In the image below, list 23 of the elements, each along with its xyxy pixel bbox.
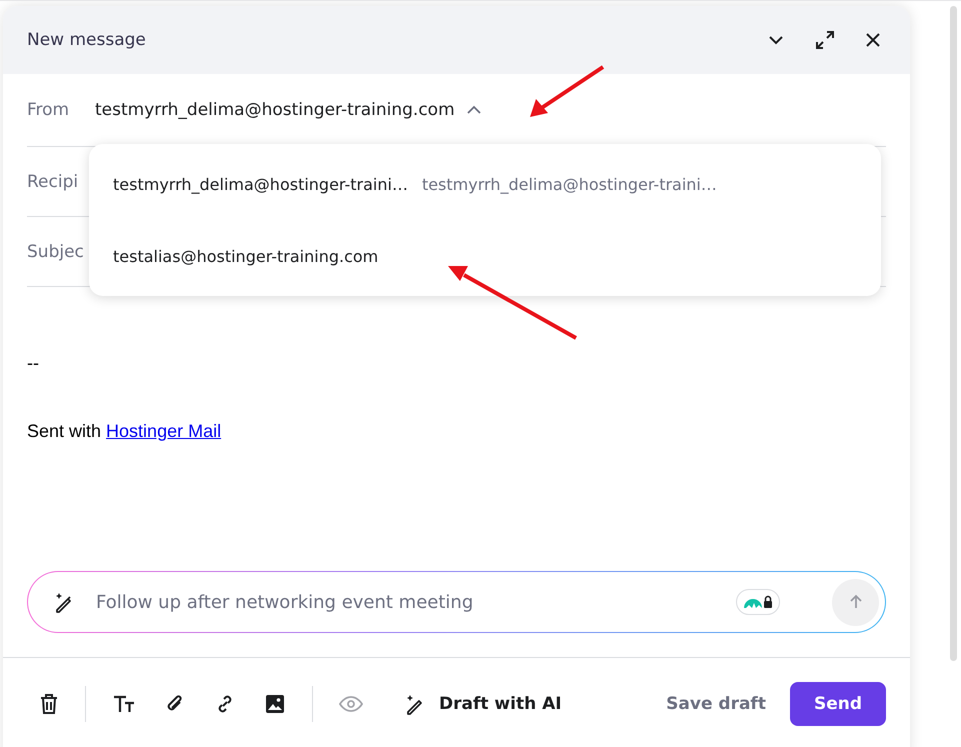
hostinger-mail-link[interactable]: Hostinger Mail — [106, 421, 222, 441]
save-draft-button[interactable]: Save draft — [654, 684, 778, 724]
signature-text: Sent with Hostinger Mail — [27, 421, 222, 442]
trash-icon — [39, 693, 59, 715]
caret-icon[interactable] — [464, 104, 483, 116]
sender-option[interactable]: testalias@hostinger-training.com — [89, 220, 881, 292]
send-button[interactable]: Send — [790, 682, 886, 726]
draft-with-ai-button[interactable]: Draft with AI — [397, 691, 568, 717]
signature-separator: -- — [27, 353, 39, 375]
window-title: New message — [27, 30, 146, 50]
field-label: Subjec — [27, 242, 85, 262]
text-size-icon — [112, 693, 136, 715]
scrollbar[interactable] — [950, 6, 957, 661]
sender-option[interactable]: testmyrrh_delima@hostinger-traini… testmyrrh_delima@hostinger-traini… — [89, 148, 881, 220]
ai-prompt-field[interactable]: Follow up after networking event meeting — [27, 571, 886, 633]
eye-icon — [339, 695, 363, 713]
close-icon — [864, 31, 882, 49]
privacy-badge — [736, 589, 780, 615]
image-icon — [264, 693, 286, 715]
expand-icon — [814, 29, 836, 51]
from-label: From — [27, 100, 70, 120]
field-label: Recipi — [27, 172, 80, 192]
from-address[interactable]: testmyrrh_delima@hostinger-training.com — [95, 100, 455, 120]
